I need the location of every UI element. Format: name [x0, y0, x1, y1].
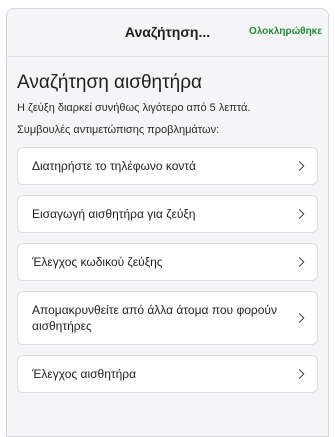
tip-label: Απομακρυνθείτε από άλλα άτομα που φορούν…	[32, 303, 277, 333]
tips-heading: Συμβουλές αντιμετώπισης προβλημάτων:	[17, 124, 220, 136]
chevron-right-icon	[294, 209, 305, 219]
done-button[interactable]: Ολοκληρώθηκε	[249, 26, 322, 37]
tip-check-pairing-code[interactable]: Έλεγχος κωδικού ζεύξης	[17, 243, 318, 281]
tip-keep-phone-close[interactable]: Διατηρήστε το τηλέφωνο κοντά	[17, 147, 318, 185]
main-content: Αναζήτηση αισθητήρα Η ζεύξη διαρκεί συνή…	[7, 71, 328, 393]
chevron-right-icon	[294, 161, 305, 171]
pairing-duration-text: Η ζεύξη διαρκεί συνήθως λιγότερο από 5 λ…	[17, 102, 251, 114]
tip-label: Έλεγχος κωδικού ζεύξης	[32, 255, 163, 269]
tip-check-sensor[interactable]: Έλεγχος αισθητήρα	[17, 355, 318, 393]
tip-label: Διατηρήστε το τηλέφωνο κοντά	[32, 159, 196, 173]
chevron-right-icon	[294, 313, 305, 323]
sheet-header: Αναζήτηση... Ολοκληρώθηκε	[7, 9, 328, 57]
troubleshooting-list: Διατηρήστε το τηλέφωνο κοντά Εισαγωγή αι…	[17, 147, 318, 393]
tip-label: Εισαγωγή αισθητήρα για ζεύξη	[32, 207, 196, 221]
pairing-sheet: Αναζήτηση... Ολοκληρώθηκε Αναζήτηση αισθ…	[6, 8, 329, 437]
chevron-right-icon	[294, 257, 305, 267]
tip-move-away[interactable]: Απομακρυνθείτε από άλλα άτομα που φορούν…	[17, 291, 318, 345]
chevron-right-icon	[294, 369, 305, 379]
tip-insert-sensor[interactable]: Εισαγωγή αισθητήρα για ζεύξη	[17, 195, 318, 233]
tip-label: Έλεγχος αισθητήρα	[32, 367, 137, 381]
page-title: Αναζήτηση αισθητήρα	[17, 72, 202, 93]
